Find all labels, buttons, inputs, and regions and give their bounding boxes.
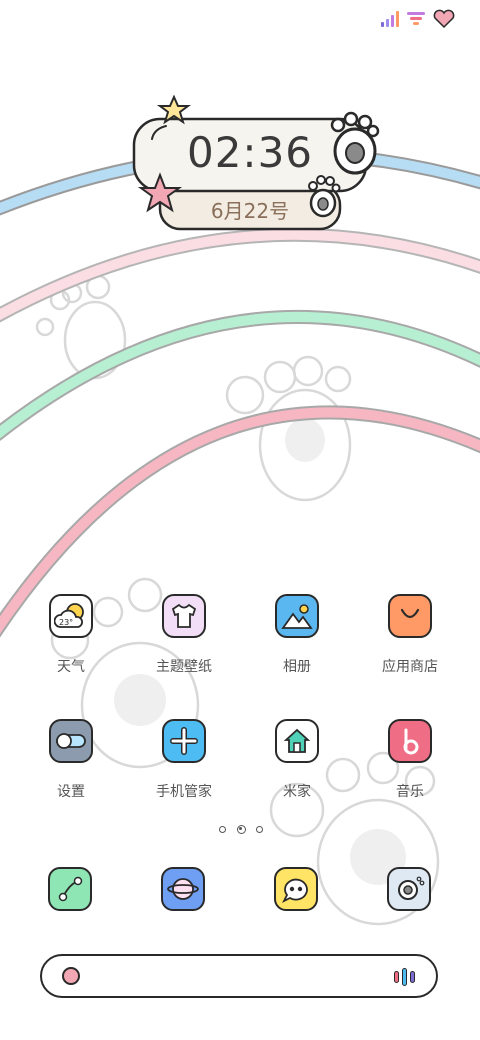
wifi-icon <box>406 10 426 32</box>
app-label: 天气 <box>57 659 85 675</box>
status-bar <box>380 9 456 33</box>
app-gallery[interactable]: 相册 <box>247 594 347 676</box>
app-store[interactable]: 应用商店 <box>360 594 460 676</box>
clock-widget[interactable]: 02:36 6月22号 <box>130 93 380 238</box>
app-label: 音乐 <box>396 784 424 800</box>
search-bar[interactable] <box>40 954 438 998</box>
home-icon <box>275 719 319 763</box>
app-label: 设置 <box>57 784 85 800</box>
app-security[interactable]: 手机管家 <box>134 719 234 801</box>
app-theme[interactable]: 主题壁纸 <box>134 594 234 676</box>
app-weather[interactable]: 23° 天气 <box>21 594 121 676</box>
security-plus-icon <box>162 719 206 763</box>
page-dot-3[interactable] <box>256 825 263 833</box>
weather-temp: 23° <box>59 618 74 627</box>
settings-toggle-icon <box>49 719 93 763</box>
clock-time: 02:36 <box>186 128 314 177</box>
app-mihome[interactable]: 米家 <box>247 719 347 801</box>
weather-icon: 23° <box>49 594 93 638</box>
page-indicator[interactable] <box>219 823 263 835</box>
signal-icon <box>380 10 400 32</box>
battery-heart-icon <box>432 9 456 33</box>
home-screen: 02:36 6月22号 23° 天气 主题壁纸 相册 应用商店 设置 手机管家 … <box>0 0 480 1040</box>
camera-icon[interactable] <box>387 867 431 911</box>
app-store-bag-icon <box>388 594 432 638</box>
app-music[interactable]: 音乐 <box>360 719 460 801</box>
voice-icon[interactable] <box>394 968 420 986</box>
music-note-icon <box>388 719 432 763</box>
app-settings[interactable]: 设置 <box>21 719 121 801</box>
app-label: 手机管家 <box>156 784 212 800</box>
app-label: 米家 <box>283 784 311 800</box>
theme-shirt-icon <box>162 594 206 638</box>
page-dot-1[interactable] <box>219 825 226 833</box>
search-dot-icon <box>62 967 80 985</box>
gallery-icon <box>275 594 319 638</box>
browser-planet-icon[interactable] <box>161 867 205 911</box>
app-label: 相册 <box>283 659 311 675</box>
page-dot-2-active[interactable] <box>236 824 246 834</box>
app-label: 应用商店 <box>382 659 438 675</box>
messages-icon[interactable] <box>274 867 318 911</box>
phone-icon[interactable] <box>48 867 92 911</box>
clock-date: 6月22号 <box>210 199 290 223</box>
app-label: 主题壁纸 <box>156 659 212 675</box>
